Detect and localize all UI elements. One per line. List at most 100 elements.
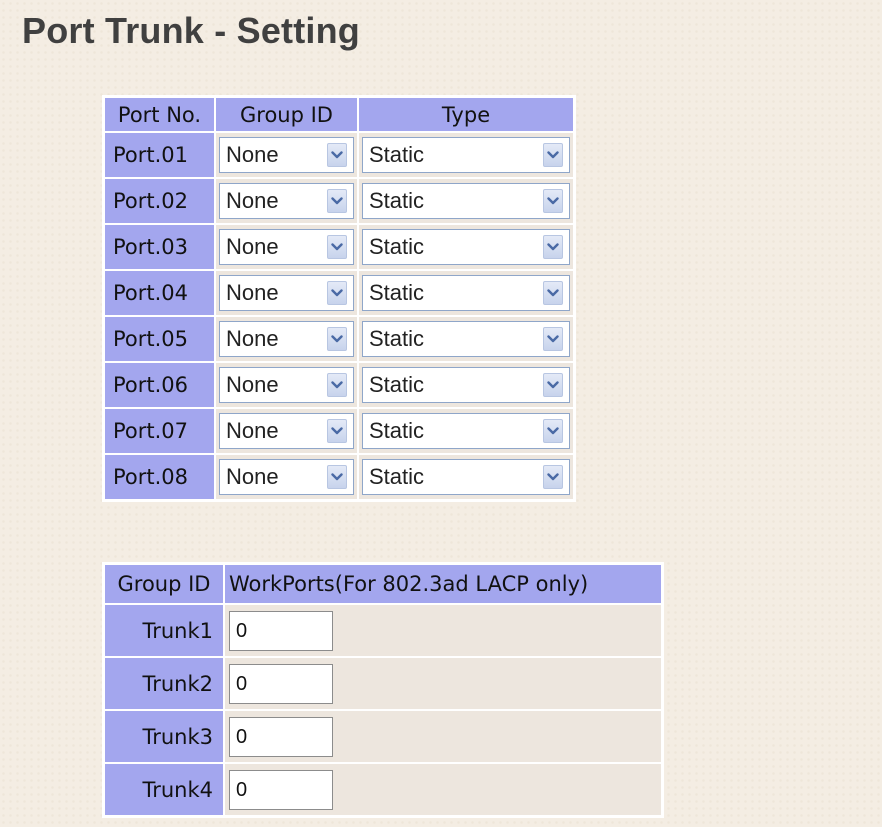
group-id-cell: None [215,132,358,178]
port-row: Port.03 None Static [104,224,574,270]
group-id-cell: None [215,316,358,362]
chevron-down-icon [327,235,347,259]
workports-cell: 0 [224,710,662,763]
group-id-select[interactable]: None [219,321,354,357]
group-id-select[interactable]: None [219,275,354,311]
type-select-value: Static [369,372,425,397]
type-select-value: Static [369,326,425,351]
port-label: Port.07 [104,408,215,454]
type-select[interactable]: Static [362,367,570,403]
port-label: Port.05 [104,316,215,362]
chevron-down-icon [327,419,347,443]
chevron-down-icon [327,189,347,213]
group-id-cell: None [215,178,358,224]
port-label: Port.08 [104,454,215,500]
group-id-select[interactable]: None [219,413,354,449]
type-select-value: Static [369,142,425,167]
workports-input[interactable]: 0 [229,716,333,757]
group-id-select-value: None [226,418,279,443]
port-table-header-row: Port No. Group ID Type [104,97,574,132]
type-select[interactable]: Static [362,413,570,449]
port-row: Port.07 None Static [104,408,574,454]
port-row: Port.01 None Static [104,132,574,178]
type-select[interactable]: Static [362,229,570,265]
type-select[interactable]: Static [362,183,570,219]
group-id-select-value: None [226,142,279,167]
trunk-row: Trunk4 0 [104,763,662,816]
group-id-select[interactable]: None [219,459,354,495]
type-cell: Static [358,178,574,224]
chevron-down-icon [543,327,563,351]
workports-cell: 0 [224,763,662,816]
type-cell: Static [358,132,574,178]
port-label: Port.03 [104,224,215,270]
trunk-label: Trunk4 [104,763,224,816]
port-row: Port.04 None Static [104,270,574,316]
trunk-row: Trunk1 0 [104,604,662,657]
header-group-id: Group ID [215,97,358,132]
group-id-select[interactable]: None [219,367,354,403]
workports-cell: 0 [224,657,662,710]
trunk-row: Trunk2 0 [104,657,662,710]
trunk-label: Trunk1 [104,604,224,657]
type-cell: Static [358,362,574,408]
group-id-select[interactable]: None [219,229,354,265]
chevron-down-icon [327,281,347,305]
type-select-value: Static [369,280,425,305]
chevron-down-icon [543,235,563,259]
group-id-cell: None [215,362,358,408]
type-cell: Static [358,270,574,316]
chevron-down-icon [327,327,347,351]
trunk-workports-table: Group ID WorkPorts(For 802.3ad LACP only… [102,562,664,818]
port-label: Port.02 [104,178,215,224]
group-id-select-value: None [226,188,279,213]
port-trunk-table: Port No. Group ID Type Port.01 None Static… [102,95,576,502]
chevron-down-icon [543,465,563,489]
chevron-down-icon [543,281,563,305]
port-row: Port.08 None Static [104,454,574,500]
type-cell: Static [358,316,574,362]
header-type: Type [358,97,574,132]
chevron-down-icon [543,373,563,397]
type-cell: Static [358,408,574,454]
group-id-select-value: None [226,326,279,351]
type-cell: Static [358,454,574,500]
type-select-value: Static [369,234,425,259]
workports-input[interactable]: 0 [229,610,333,651]
port-label: Port.01 [104,132,215,178]
workports-input[interactable]: 0 [229,769,333,810]
header-port-no: Port No. [104,97,215,132]
chevron-down-icon [543,419,563,443]
trunk-label: Trunk2 [104,657,224,710]
trunk-row: Trunk3 0 [104,710,662,763]
chevron-down-icon [543,189,563,213]
port-label: Port.06 [104,362,215,408]
workports-cell: 0 [224,604,662,657]
group-id-select-value: None [226,280,279,305]
group-id-cell: None [215,224,358,270]
type-select[interactable]: Static [362,137,570,173]
type-select[interactable]: Static [362,321,570,357]
type-cell: Static [358,224,574,270]
type-select[interactable]: Static [362,275,570,311]
group-id-cell: None [215,454,358,500]
chevron-down-icon [327,143,347,167]
chevron-down-icon [543,143,563,167]
type-select-value: Static [369,418,425,443]
port-row: Port.05 None Static [104,316,574,362]
group-id-select-value: None [226,372,279,397]
group-id-select-value: None [226,234,279,259]
header-trunk-group-id: Group ID [104,564,224,604]
chevron-down-icon [327,373,347,397]
group-id-select[interactable]: None [219,137,354,173]
page-title: Port Trunk - Setting [22,10,361,51]
port-label: Port.04 [104,270,215,316]
trunk-table-header-row: Group ID WorkPorts(For 802.3ad LACP only… [104,564,662,604]
type-select[interactable]: Static [362,459,570,495]
group-id-cell: None [215,408,358,454]
port-row: Port.06 None Static [104,362,574,408]
type-select-value: Static [369,464,425,489]
workports-input[interactable]: 0 [229,663,333,704]
group-id-select[interactable]: None [219,183,354,219]
chevron-down-icon [327,465,347,489]
